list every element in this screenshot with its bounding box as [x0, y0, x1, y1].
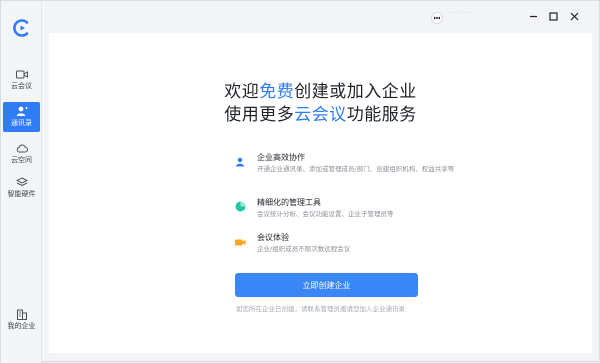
- headline-line-2: 使用更多云会议功能服务: [49, 100, 592, 125]
- avatar[interactable]: [431, 9, 443, 24]
- sidebar: 云会议 通讯录 云空间 智能硬件 我的企业: [1, 1, 42, 363]
- headline-highlight: 免费: [259, 82, 295, 102]
- close-icon: [570, 6, 579, 25]
- layers-icon: [15, 177, 28, 188]
- maximize-icon: [548, 6, 558, 25]
- sidebar-item-cloud-space[interactable]: 云空间: [3, 139, 40, 169]
- headline-text: 使用更多: [224, 105, 295, 125]
- app-window: 云会议 通讯录 云空间 智能硬件 我的企业 ··········· 欢迎免费创建…: [0, 0, 600, 363]
- person-icon: [235, 152, 247, 167]
- sidebar-item-label: 云会议: [11, 82, 32, 90]
- sidebar-item-smart-hardware[interactable]: 智能硬件: [3, 173, 40, 203]
- contacts-icon: [16, 106, 28, 117]
- sidebar-item-contacts[interactable]: 通讯录: [3, 102, 40, 132]
- create-enterprise-panel: 欢迎免费创建或加入企业 使用更多云会议功能服务 企业高效协作 开通企业通讯录、添…: [49, 33, 592, 353]
- minimize-icon: [529, 6, 538, 25]
- headline-highlight: 云会议: [294, 105, 347, 125]
- sidebar-item-label: 我的企业: [7, 322, 36, 330]
- feature-description: 企业/组织成员不限次数远程会议: [257, 245, 351, 253]
- video-camera-icon: [15, 69, 28, 80]
- sidebar-item-my-enterprise[interactable]: 我的企业: [3, 305, 40, 335]
- feature-description: 开通企业通讯录、添加或管理成员/部门、创建组织机构、权益共享等: [257, 165, 455, 173]
- sidebar-item-meeting[interactable]: 云会议: [3, 65, 40, 95]
- headline-text: 欢迎: [224, 82, 260, 102]
- maximize-button[interactable]: [545, 7, 561, 23]
- headline-line-1: 欢迎免费创建或加入企业: [49, 77, 592, 102]
- app-logo: [11, 17, 33, 39]
- feature-title: 会议体验: [257, 233, 289, 242]
- headline-text: 创建或加入企业: [294, 82, 417, 102]
- video-icon: [235, 232, 247, 246]
- join-hint-text: 如您所在企业已创建，请联系管理员邀请您加入企业通讯录: [236, 305, 405, 313]
- building-icon: [16, 309, 28, 320]
- headline-text: 功能服务: [346, 105, 417, 125]
- sidebar-item-label: 智能硬件: [7, 190, 36, 198]
- create-enterprise-button[interactable]: 立即创建企业: [235, 273, 418, 297]
- feature-title: 企业高效协作: [257, 153, 305, 162]
- user-name[interactable]: ···········: [447, 10, 505, 19]
- close-button[interactable]: [566, 7, 582, 23]
- sidebar-item-label: 云空间: [11, 156, 32, 164]
- cloud-icon: [16, 143, 28, 154]
- sidebar-item-label: 通讯录: [11, 119, 32, 127]
- feature-description: 会议统计分析、会议功能设置、企业子管理员等: [257, 210, 394, 218]
- feature-title: 精细化的管理工具: [257, 198, 321, 207]
- minimize-button[interactable]: [525, 7, 541, 23]
- pie-chart-icon: [235, 197, 247, 212]
- title-bar: ···········: [42, 1, 600, 29]
